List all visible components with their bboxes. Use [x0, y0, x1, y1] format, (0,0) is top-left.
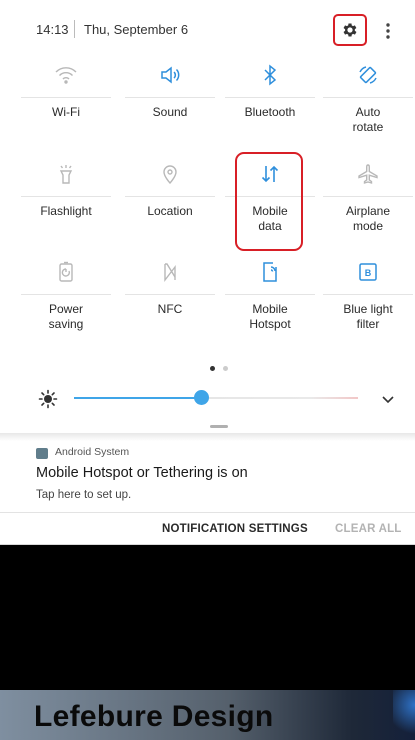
toggle-airplane[interactable]: Airplane mode — [323, 155, 413, 247]
toggle-label-line: Auto — [355, 105, 381, 119]
tile-divider — [323, 196, 413, 197]
toggle-label-line: NFC — [157, 302, 183, 316]
tile-divider — [125, 196, 215, 197]
notification-title: Mobile Hotspot or Tethering is on — [36, 465, 248, 481]
notification-divider — [0, 512, 415, 513]
toggle-label: Wi-Fi — [21, 105, 111, 120]
tile-divider — [323, 97, 413, 98]
notification-app-name: Android System — [55, 446, 130, 458]
toggle-label-line: Airplane — [345, 204, 391, 218]
notification-body: Tap here to set up. — [36, 489, 132, 501]
svg-text:B: B — [365, 268, 372, 278]
banner-watermark: Lefebure Design — [34, 700, 274, 733]
flashlight-icon — [53, 161, 79, 187]
toggle-wifi[interactable]: Wi-Fi — [21, 56, 111, 148]
toggle-label-line: Location — [147, 204, 193, 218]
toggle-label-line: Wi-Fi — [52, 105, 80, 119]
toggle-label: Auto rotate — [323, 105, 413, 135]
toggle-label: NFC — [125, 302, 215, 317]
auto-rotate-icon — [355, 62, 381, 88]
toggle-label-line: mode — [352, 219, 384, 233]
tile-divider — [323, 294, 413, 295]
wifi-icon — [53, 62, 79, 88]
toggle-power-saving[interactable]: Power saving — [21, 253, 111, 345]
toggle-label: Sound — [125, 105, 215, 120]
mobile-data-highlight — [235, 152, 303, 251]
toggle-label-line: Hotspot — [249, 317, 291, 331]
toggle-label: Blue light filter — [323, 302, 413, 332]
toggle-label: Bluetooth — [225, 105, 315, 120]
tile-divider — [21, 294, 111, 295]
clear-all-button[interactable]: CLEAR ALL — [335, 523, 402, 535]
toggle-label-line: Mobile — [252, 302, 288, 316]
airplane-icon — [355, 161, 381, 187]
tile-divider — [225, 97, 315, 98]
brightness-slider-thumb[interactable] — [194, 390, 209, 405]
toggle-location[interactable]: Location — [125, 155, 215, 247]
status-time: 14:13 — [36, 22, 69, 37]
nfc-icon — [157, 259, 183, 285]
toggle-bluetooth[interactable]: Bluetooth — [225, 56, 315, 148]
toggle-auto-rotate[interactable]: Auto rotate — [323, 56, 413, 148]
page-indicator-dot-active — [210, 366, 215, 371]
toggle-sound[interactable]: Sound — [125, 56, 215, 148]
brightness-icon — [38, 389, 58, 409]
android-system-icon — [36, 448, 48, 459]
tile-divider — [21, 196, 111, 197]
settings-button[interactable] — [333, 14, 367, 46]
status-separator — [74, 20, 75, 38]
mobile-hotspot-icon — [257, 259, 283, 285]
more-options-button[interactable] — [380, 18, 396, 44]
toggle-label-line: rotate — [352, 120, 384, 134]
page-indicator-dot — [223, 366, 228, 371]
toggle-label-line: Flashlight — [40, 204, 92, 218]
tile-divider — [125, 294, 215, 295]
tile-divider — [21, 97, 111, 98]
location-icon — [157, 161, 183, 187]
toggle-label: Airplane mode — [323, 204, 413, 234]
toggle-label: Location — [125, 204, 215, 219]
sound-icon — [157, 62, 183, 88]
chevron-down-icon[interactable] — [380, 391, 396, 407]
brightness-slider-fill — [74, 397, 202, 399]
tile-divider — [125, 97, 215, 98]
toggle-label: Power saving — [21, 302, 111, 332]
toggle-label-line: filter — [356, 317, 380, 331]
gear-icon — [343, 23, 357, 37]
toggle-label: Mobile Hotspot — [225, 302, 315, 332]
brightness-slider-track[interactable] — [202, 397, 358, 399]
notification-settings-button[interactable]: NOTIFICATION SETTINGS — [162, 523, 308, 535]
panel-drag-handle[interactable] — [210, 425, 228, 428]
bluetooth-icon — [257, 62, 283, 88]
status-row: 14:13 Thu, September 6 — [0, 0, 415, 58]
toggle-label-line: Bluetooth — [244, 105, 296, 119]
toggle-label-line: Sound — [152, 105, 188, 119]
toggle-blue-light-filter[interactable]: B Blue light filter — [323, 253, 413, 345]
blue-light-filter-icon: B — [355, 259, 381, 285]
toggle-mobile-hotspot[interactable]: Mobile Hotspot — [225, 253, 315, 345]
status-date: Thu, September 6 — [84, 22, 189, 37]
tile-divider — [225, 294, 315, 295]
notification-shadow — [0, 433, 415, 441]
toggle-label-line: Power — [48, 302, 83, 316]
power-saving-icon — [53, 259, 79, 285]
toggle-label-line: saving — [48, 317, 84, 331]
toggle-flashlight[interactable]: Flashlight — [21, 155, 111, 247]
banner-glow — [393, 690, 415, 740]
more-vert-icon — [386, 23, 390, 39]
toggle-nfc[interactable]: NFC — [125, 253, 215, 345]
toggle-label-line: Blue light — [343, 302, 393, 316]
toggle-label: Flashlight — [21, 204, 111, 219]
